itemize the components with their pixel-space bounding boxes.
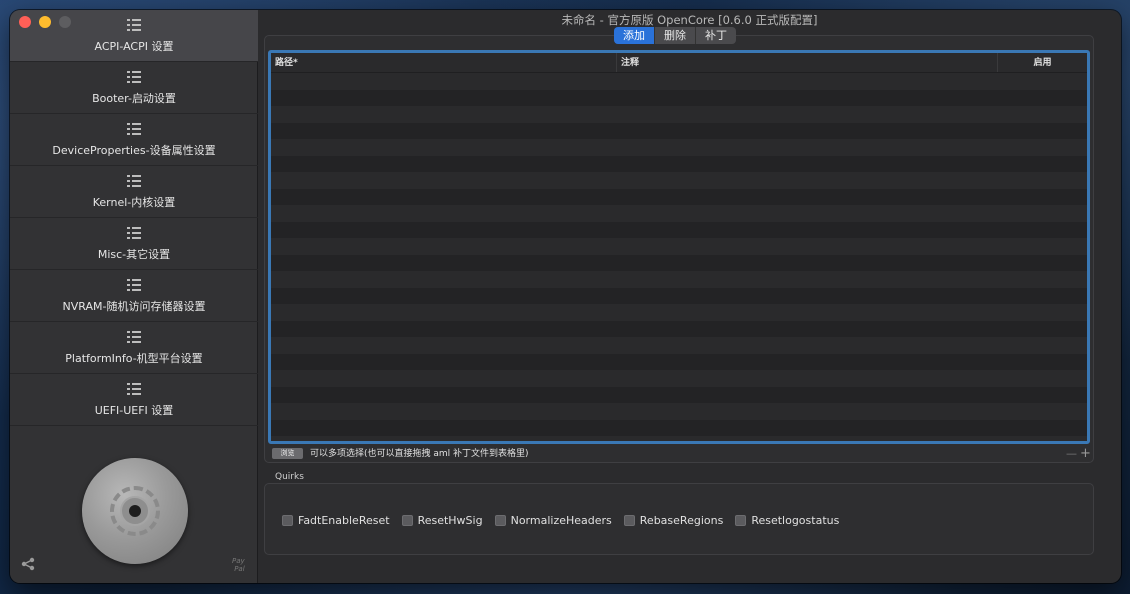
- zoom-button[interactable]: [59, 16, 71, 28]
- quirk-rebaseregions[interactable]: RebaseRegions: [623, 514, 724, 527]
- list-icon: [127, 331, 141, 343]
- sidebar-item-label: Kernel-内核设置: [92, 196, 176, 209]
- table-row[interactable]: [271, 419, 1087, 436]
- table-row[interactable]: [271, 287, 1087, 304]
- quirk-normalizeheaders[interactable]: NormalizeHeaders: [494, 514, 612, 527]
- sidebar-item-label: Misc-其它设置: [97, 248, 171, 261]
- checkbox[interactable]: [401, 515, 413, 526]
- list-icon: [127, 123, 141, 135]
- add-row-button[interactable]: +: [1080, 447, 1091, 460]
- table-row[interactable]: [271, 155, 1087, 172]
- quirk-resethwsig[interactable]: ResetHwSig: [401, 514, 483, 527]
- window-controls: [19, 16, 71, 28]
- sidebar: ACPI-ACPI 设置 Booter-启动设置 DevicePropertie…: [10, 10, 258, 583]
- table-row[interactable]: [271, 188, 1087, 205]
- list-icon: [127, 383, 141, 395]
- table-row[interactable]: [271, 436, 1087, 441]
- quirk-resetlogostatus[interactable]: Resetlogostatus: [735, 514, 839, 527]
- table-row[interactable]: [271, 304, 1087, 321]
- table-row[interactable]: [271, 172, 1087, 189]
- list-icon: [127, 175, 141, 187]
- quirk-fadtenablereset[interactable]: FadtEnableReset: [282, 514, 390, 527]
- table-row[interactable]: [271, 320, 1087, 337]
- table-row[interactable]: [271, 122, 1087, 139]
- table-row[interactable]: [271, 238, 1087, 255]
- table-bottom-bar: 浏览 可以多项选择(也可以直接拖拽 aml 补丁文件到表格里) — +: [272, 447, 1092, 461]
- sidebar-item-nvram[interactable]: NVRAM-随机访问存储器设置: [10, 270, 258, 322]
- quirks-title: Quirks: [275, 472, 304, 482]
- disk-hole: [129, 505, 141, 517]
- tab-add[interactable]: 添加: [614, 27, 655, 44]
- acpi-table[interactable]: 路径* 注释 启用: [268, 50, 1090, 444]
- disk-icon[interactable]: [82, 458, 188, 564]
- column-header-path[interactable]: 路径*: [271, 53, 617, 72]
- table-row[interactable]: [271, 73, 1087, 90]
- remove-row-button[interactable]: —: [1066, 447, 1077, 460]
- quirk-label: RebaseRegions: [639, 514, 724, 527]
- table-body[interactable]: [271, 73, 1087, 441]
- list-icon: [127, 19, 141, 31]
- sidebar-item-booter[interactable]: Booter-启动设置: [10, 62, 258, 114]
- sidebar-item-label: ACPI-ACPI 设置: [94, 40, 174, 53]
- table-row[interactable]: [271, 254, 1087, 271]
- table-row[interactable]: [271, 221, 1087, 238]
- sidebar-nav: ACPI-ACPI 设置 Booter-启动设置 DevicePropertie…: [10, 10, 258, 426]
- table-row[interactable]: [271, 271, 1087, 288]
- table-header: 路径* 注释 启用: [271, 53, 1087, 73]
- table-row[interactable]: [271, 337, 1087, 354]
- table-row[interactable]: [271, 89, 1087, 106]
- table-row[interactable]: [271, 106, 1087, 123]
- segmented-tabs: 添加 删除 补丁: [614, 27, 736, 44]
- sidebar-item-misc[interactable]: Misc-其它设置: [10, 218, 258, 270]
- table-row[interactable]: [271, 403, 1087, 420]
- quirks-list: FadtEnableReset ResetHwSig NormalizeHead…: [282, 514, 839, 527]
- checkbox[interactable]: [623, 515, 635, 526]
- paypal-logo[interactable]: Pay Pal: [232, 557, 245, 573]
- table-row[interactable]: [271, 205, 1087, 222]
- quirk-label: FadtEnableReset: [298, 514, 390, 527]
- table-row[interactable]: [271, 139, 1087, 156]
- table-row[interactable]: [271, 353, 1087, 370]
- checkbox[interactable]: [735, 515, 747, 526]
- tab-delete[interactable]: 删除: [655, 27, 696, 44]
- sidebar-item-platforminfo[interactable]: PlatformInfo-机型平台设置: [10, 322, 258, 374]
- quirk-label: NormalizeHeaders: [510, 514, 612, 527]
- sidebar-item-label: Booter-启动设置: [92, 92, 176, 105]
- quirk-label: ResetHwSig: [417, 514, 483, 527]
- checkbox[interactable]: [494, 515, 506, 526]
- sidebar-item-label: NVRAM-随机访问存储器设置: [62, 300, 206, 313]
- sidebar-item-label: PlatformInfo-机型平台设置: [65, 352, 203, 365]
- close-button[interactable]: [19, 16, 31, 28]
- drag-hint-text: 可以多项选择(也可以直接拖拽 aml 补丁文件到表格里): [310, 449, 529, 459]
- checkbox[interactable]: [282, 515, 293, 526]
- sidebar-item-deviceproperties[interactable]: DeviceProperties-设备属性设置: [10, 114, 258, 166]
- browse-button[interactable]: 浏览: [272, 448, 303, 459]
- sidebar-item-uefi[interactable]: UEFI-UEFI 设置: [10, 374, 258, 426]
- table-row[interactable]: [271, 370, 1087, 387]
- quirk-label: Resetlogostatus: [751, 514, 840, 527]
- share-icon[interactable]: [21, 557, 35, 571]
- sidebar-item-label: UEFI-UEFI 设置: [94, 404, 174, 417]
- list-icon: [127, 227, 141, 239]
- minimize-button[interactable]: [39, 16, 51, 28]
- column-header-comment[interactable]: 注释: [617, 53, 998, 72]
- table-row[interactable]: [271, 386, 1087, 403]
- tab-patch[interactable]: 补丁: [696, 27, 736, 44]
- list-icon: [127, 279, 141, 291]
- list-icon: [127, 71, 141, 83]
- column-header-enabled[interactable]: 启用: [998, 53, 1087, 72]
- sidebar-item-kernel[interactable]: Kernel-内核设置: [10, 166, 258, 218]
- sidebar-item-label: DeviceProperties-设备属性设置: [52, 144, 216, 157]
